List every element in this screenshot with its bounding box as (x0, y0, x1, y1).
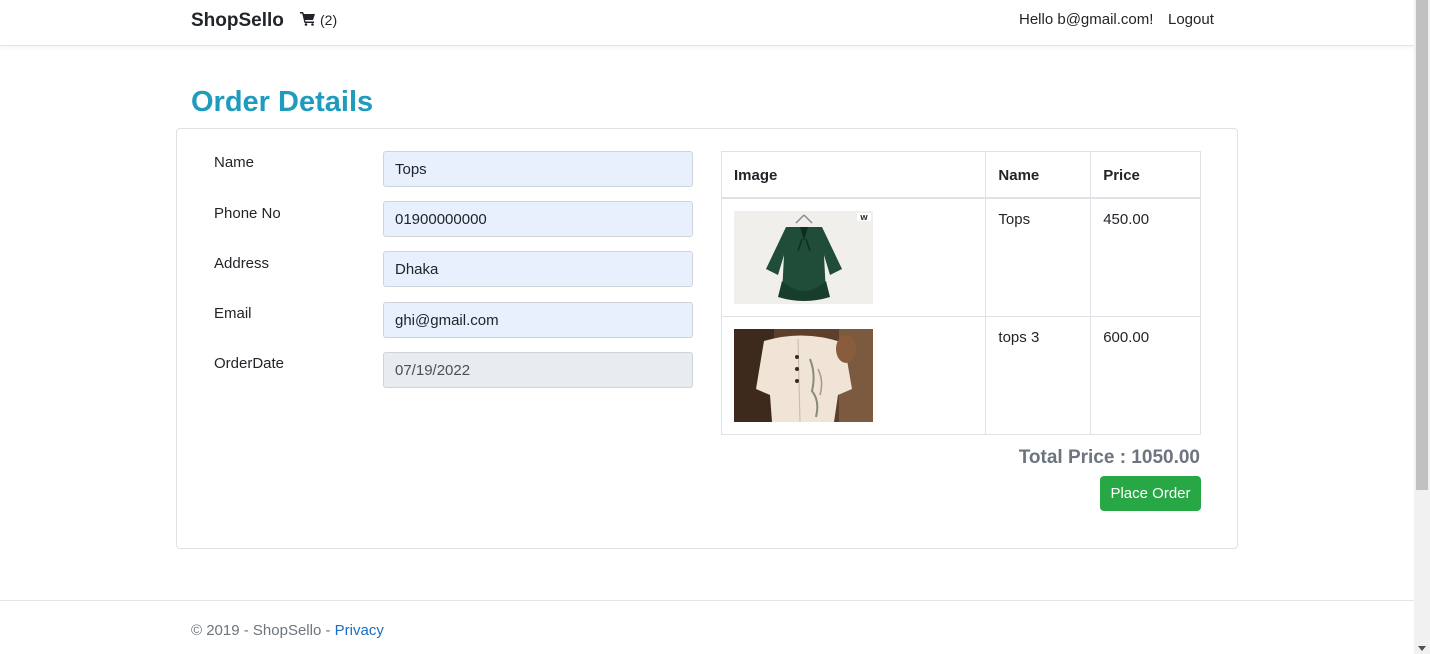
address-label: Address (214, 255, 270, 272)
email-label: Email (214, 305, 252, 322)
cart-link[interactable]: (2) (300, 11, 337, 29)
name-label: Name (214, 154, 255, 171)
page-scrollbar[interactable] (1414, 0, 1430, 654)
item-name-cell: Tops (985, 197, 1092, 317)
copyright-text: © 2019 - ShopSello - (191, 622, 335, 639)
white-top-product-image (734, 328, 873, 422)
total-price: Total Price : 1050.00 (1018, 447, 1200, 468)
order-date-field (383, 352, 693, 388)
privacy-link[interactable]: Privacy (335, 622, 384, 639)
page-title: Order Details (191, 86, 374, 118)
image-cell: W (721, 197, 987, 317)
cart-count: (2) (320, 12, 338, 28)
table-header-row: Image Name Price (721, 151, 1201, 199)
brand-logo[interactable]: ShopSello (191, 10, 284, 32)
price-column-header: Price (1090, 151, 1201, 199)
name-field[interactable] (383, 151, 693, 187)
svg-text:W: W (860, 214, 868, 222)
item-name-cell: tops 3 (985, 315, 1092, 435)
footer-text: © 2019 - ShopSello - Privacy (191, 622, 384, 639)
table-row: tops 3 600.00 (721, 315, 1201, 435)
cart-icon (300, 11, 316, 29)
name-column-header: Name (985, 151, 1092, 199)
order-items-table: Image Name Price W Tops 450.00 tops 3 60… (721, 151, 1201, 435)
logout-link[interactable]: Logout (1168, 11, 1214, 28)
image-column-header: Image (721, 151, 987, 199)
top-navbar: ShopSello (2) Hello b@gmail.com! Logout (0, 0, 1414, 46)
table-row: W Tops 450.00 (721, 197, 1201, 317)
user-greeting[interactable]: Hello b@gmail.com! (1019, 11, 1153, 28)
page-footer: © 2019 - ShopSello - Privacy (0, 600, 1414, 654)
order-date-label: OrderDate (214, 355, 285, 372)
green-top-product-image: W (734, 210, 873, 304)
email-field[interactable] (383, 302, 693, 338)
image-cell (721, 315, 987, 435)
scroll-down-arrow-icon[interactable] (1418, 646, 1426, 651)
address-field[interactable] (383, 251, 693, 287)
place-order-button[interactable]: Place Order (1100, 476, 1201, 511)
item-price-cell: 450.00 (1090, 197, 1201, 317)
item-price-cell: 600.00 (1090, 315, 1201, 435)
scrollbar-thumb[interactable] (1416, 0, 1428, 490)
phone-field[interactable] (383, 201, 693, 237)
phone-label: Phone No (214, 205, 281, 222)
